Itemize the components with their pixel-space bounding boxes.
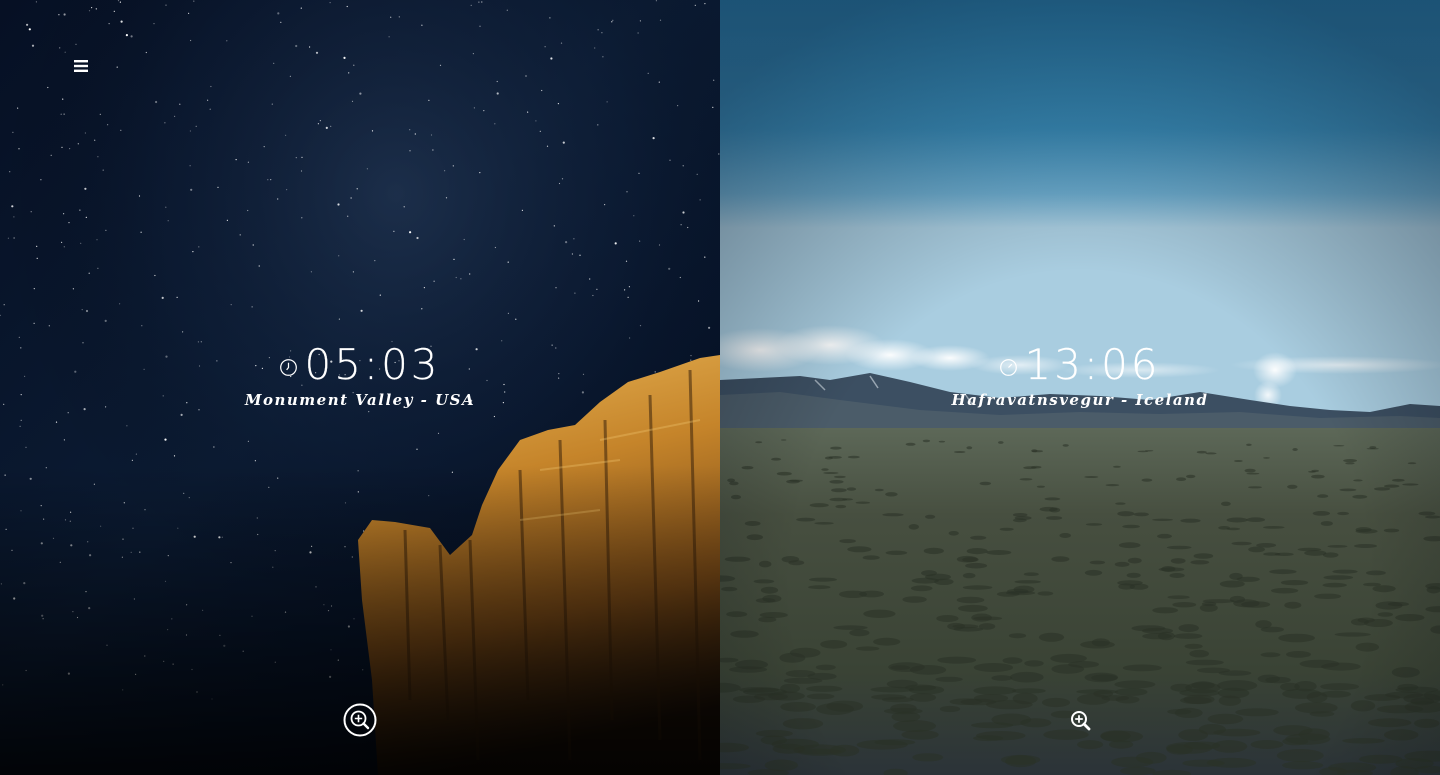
panel-monument-valley: 05:03 Monument Valley - USA	[0, 0, 720, 775]
clock-monument-valley: 05:03 Monument Valley - USA	[0, 340, 720, 410]
local-time: 05:03	[304, 340, 441, 389]
clock-icon	[280, 358, 298, 376]
zoom-in-icon	[1071, 711, 1091, 731]
time-row: 05:03	[0, 340, 720, 390]
local-time: 13:06	[1024, 340, 1161, 389]
location-label: Monument Valley - USA	[244, 391, 476, 409]
location-label: Hafravatnsvegur - Iceland	[951, 391, 1209, 409]
clock-iceland: 13:06 Hafravatnsvegur - Iceland	[720, 340, 1440, 410]
clock-icon	[1000, 358, 1018, 376]
zoom-button[interactable]	[342, 702, 378, 738]
zoom-button[interactable]	[1062, 702, 1098, 738]
time-row: 13:06	[720, 340, 1440, 390]
zoom-in-icon	[343, 703, 377, 737]
hamburger-menu-icon	[74, 60, 88, 72]
split-screen-stage: 05:03 Monument Valley - USA 13:06 Hafrav…	[0, 0, 1440, 775]
menu-button[interactable]	[70, 55, 92, 77]
panel-iceland: 13:06 Hafravatnsvegur - Iceland	[720, 0, 1440, 775]
